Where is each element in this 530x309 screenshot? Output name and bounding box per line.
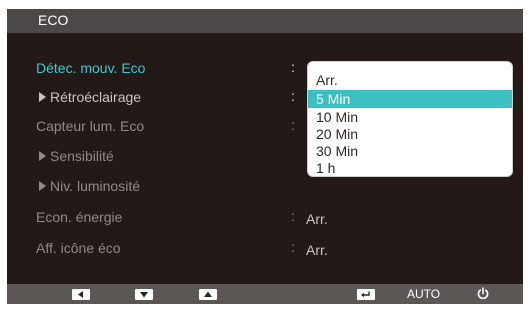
left-arrow-icon[interactable] bbox=[72, 289, 90, 300]
menu-item-eco-icon-display[interactable]: Aff. icône éco : Arr. bbox=[7, 235, 523, 264]
menu-item-label: Sensibilité bbox=[50, 148, 114, 164]
down-arrow-icon[interactable] bbox=[135, 289, 153, 300]
submenu-arrow-icon bbox=[39, 92, 46, 102]
dropdown-option[interactable]: 10 Min bbox=[308, 108, 512, 126]
dropdown-option-label: 30 Min bbox=[316, 143, 359, 159]
dropdown-option-label: 5 Min bbox=[316, 91, 351, 107]
dropdown-option-label: 1 h bbox=[316, 160, 336, 176]
menu-item-label: Aff. icône éco bbox=[36, 240, 121, 256]
power-icon[interactable] bbox=[476, 286, 490, 304]
dropdown-option-label: 20 Min bbox=[316, 126, 359, 142]
menu-item-brightness-level[interactable]: Niv. luminosité bbox=[7, 173, 523, 202]
osd-window: ECO Détec. mouv. Eco : Rétroéclairage : … bbox=[7, 9, 523, 304]
dropdown-option[interactable]: 20 Min bbox=[308, 125, 512, 143]
menu-title: ECO bbox=[38, 12, 69, 28]
timer-dropdown[interactable]: Arr. 5 Min 10 Min 20 Min 30 Min 1 h bbox=[307, 61, 513, 177]
menu-item-label: Détec. mouv. Eco bbox=[36, 60, 146, 76]
title-bar: ECO bbox=[7, 9, 523, 33]
menu-item-label-wrap: Niv. luminosité bbox=[39, 178, 140, 194]
dropdown-option-selected[interactable]: 5 Min bbox=[308, 90, 512, 108]
dropdown-option[interactable]: Arr. bbox=[308, 71, 512, 89]
menu-item-colon: : bbox=[291, 59, 295, 75]
menu-item-colon: : bbox=[291, 88, 295, 104]
auto-button[interactable]: AUTO bbox=[407, 287, 440, 301]
submenu-arrow-icon bbox=[39, 151, 46, 161]
up-arrow-icon[interactable] bbox=[199, 289, 217, 300]
dropdown-option-label: Arr. bbox=[316, 72, 338, 88]
menu-item-label-wrap: Sensibilité bbox=[39, 148, 114, 164]
dropdown-option-label: 10 Min bbox=[316, 109, 359, 125]
dropdown-option[interactable]: 30 Min bbox=[308, 142, 512, 160]
menu-item-value: Arr. bbox=[306, 211, 328, 227]
menu-item-label: Rétroéclairage bbox=[50, 89, 142, 105]
menu-item-label-wrap: Rétroéclairage bbox=[39, 89, 141, 105]
submenu-arrow-icon bbox=[39, 181, 46, 191]
enter-icon[interactable] bbox=[357, 289, 375, 300]
button-guide-bar: AUTO bbox=[7, 284, 523, 304]
menu-item-colon: : bbox=[291, 117, 295, 133]
menu-item-colon: : bbox=[291, 239, 295, 255]
menu-item-label: Niv. luminosité bbox=[50, 178, 140, 194]
menu-item-eco-saving[interactable]: Econ. énergie : Arr. bbox=[7, 204, 523, 233]
menu-item-label: Econ. énergie bbox=[36, 209, 123, 225]
dropdown-option[interactable]: 1 h bbox=[308, 159, 512, 176]
menu-item-value: Arr. bbox=[306, 242, 328, 258]
menu-item-label: Capteur lum. Eco bbox=[36, 118, 145, 134]
menu-item-colon: : bbox=[291, 208, 295, 224]
